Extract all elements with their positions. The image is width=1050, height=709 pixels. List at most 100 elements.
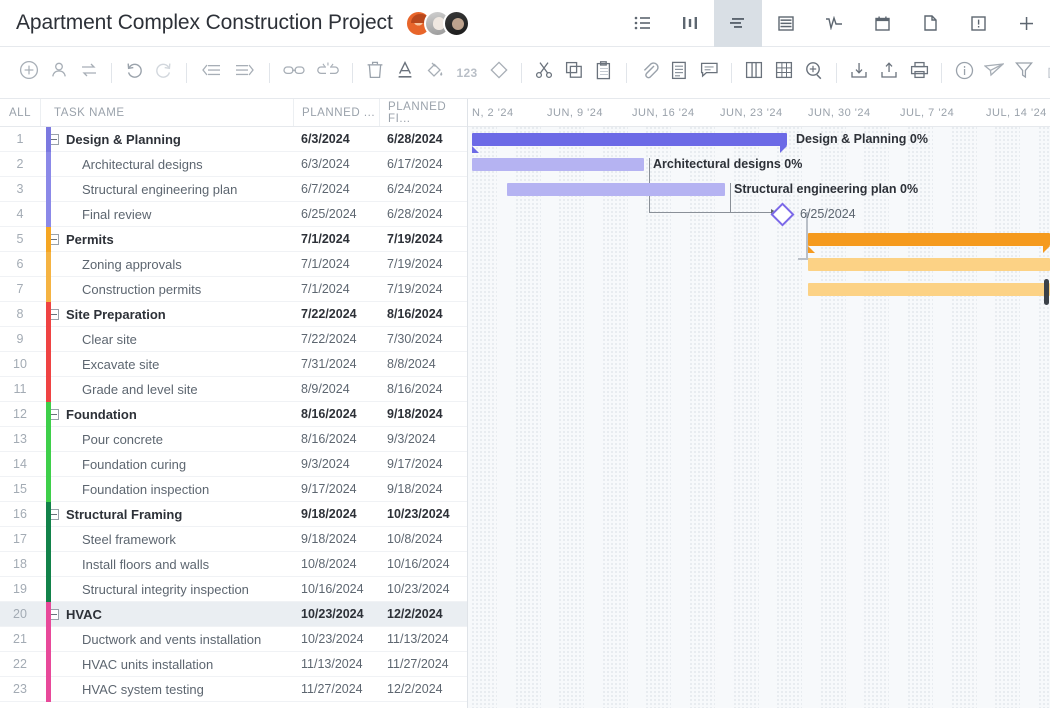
table-row[interactable]: 19 Structural integrity inspection 10/16/2… [0, 577, 467, 602]
number-format-button[interactable]: 123 [450, 58, 484, 88]
planned-start-cell[interactable]: 9/3/2024 [293, 457, 379, 471]
planned-finish-cell[interactable]: 7/30/2024 [379, 332, 467, 346]
attachment-button[interactable] [634, 58, 664, 88]
export-button[interactable] [874, 58, 904, 88]
task-name-cell[interactable]: Grade and level site [40, 382, 293, 397]
planned-finish-cell[interactable]: 6/28/2024 [379, 132, 467, 146]
column-header-task-name[interactable]: TASK NAME [40, 99, 293, 126]
planned-start-cell[interactable]: 7/31/2024 [293, 357, 379, 371]
task-name-cell[interactable]: HVAC [40, 607, 293, 622]
gantt-bar[interactable] [808, 258, 1050, 271]
copy-button[interactable] [559, 58, 589, 88]
table-row[interactable]: 23 HVAC system testing 11/27/2024 12/2/2024 [0, 677, 467, 702]
info-button[interactable] [949, 58, 979, 88]
table-row[interactable]: 10 Excavate site 7/31/2024 8/8/2024 [0, 352, 467, 377]
planned-finish-cell[interactable]: 9/18/2024 [379, 407, 467, 421]
planned-start-cell[interactable]: 11/13/2024 [293, 657, 379, 671]
planned-start-cell[interactable]: 10/8/2024 [293, 557, 379, 571]
table-row[interactable]: 1 Design & Planning 6/3/2024 6/28/2024 [0, 127, 467, 152]
table-row[interactable]: 3 Structural engineering plan 6/7/2024 6/24… [0, 177, 467, 202]
task-name-cell[interactable]: Install floors and walls [40, 557, 293, 572]
convert-task-button[interactable] [74, 58, 104, 88]
add-task-button[interactable] [14, 58, 44, 88]
import-button[interactable] [844, 58, 874, 88]
planned-start-cell[interactable]: 8/16/2024 [293, 407, 379, 421]
column-header-planned-finish[interactable]: PLANNED FI... [379, 99, 467, 126]
task-name-cell[interactable]: Final review [40, 207, 293, 222]
planned-start-cell[interactable]: 9/17/2024 [293, 482, 379, 496]
table-row[interactable]: 16 Structural Framing 9/18/2024 10/23/2024 [0, 502, 467, 527]
tab-grid-view[interactable] [762, 0, 810, 47]
indent-button[interactable] [228, 58, 262, 88]
tab-activity-view[interactable] [810, 0, 858, 47]
task-name-cell[interactable]: Architectural designs [40, 157, 293, 172]
table-row[interactable]: 14 Foundation curing 9/3/2024 9/17/2024 [0, 452, 467, 477]
planned-start-cell[interactable]: 7/1/2024 [293, 232, 379, 246]
task-name-cell[interactable]: Zoning approvals [40, 257, 293, 272]
planned-start-cell[interactable]: 7/22/2024 [293, 307, 379, 321]
table-row[interactable]: 18 Install floors and walls 10/8/2024 10/16… [0, 552, 467, 577]
planned-finish-cell[interactable]: 11/27/2024 [379, 657, 467, 671]
task-name-cell[interactable]: Foundation [40, 407, 293, 422]
tab-document-view[interactable] [906, 0, 954, 47]
table-row[interactable]: 13 Pour concrete 8/16/2024 9/3/2024 [0, 427, 467, 452]
planned-finish-cell[interactable]: 10/16/2024 [379, 557, 467, 571]
tab-board-view[interactable] [666, 0, 714, 47]
vertical-scrollbar-thumb[interactable] [1044, 279, 1049, 305]
delete-button[interactable] [360, 58, 390, 88]
task-name-cell[interactable]: HVAC units installation [40, 657, 293, 672]
planned-start-cell[interactable]: 8/16/2024 [293, 432, 379, 446]
table-row[interactable]: 15 Foundation inspection 9/17/2024 9/18/202… [0, 477, 467, 502]
send-button[interactable] [979, 58, 1009, 88]
tab-calendar-view[interactable] [858, 0, 906, 47]
unlink-tasks-button[interactable] [311, 58, 345, 88]
planned-finish-cell[interactable]: 11/13/2024 [379, 632, 467, 646]
planned-start-cell[interactable]: 10/23/2024 [293, 607, 379, 621]
task-name-cell[interactable]: Steel framework [40, 532, 293, 547]
task-name-cell[interactable]: Excavate site [40, 357, 293, 372]
planned-start-cell[interactable]: 9/18/2024 [293, 507, 379, 521]
gantt-bar[interactable] [808, 233, 1050, 246]
planned-finish-cell[interactable]: 10/23/2024 [379, 582, 467, 596]
planned-finish-cell[interactable]: 7/19/2024 [379, 282, 467, 296]
planned-finish-cell[interactable]: 10/8/2024 [379, 532, 467, 546]
planned-finish-cell[interactable]: 9/3/2024 [379, 432, 467, 446]
planned-finish-cell[interactable]: 9/18/2024 [379, 482, 467, 496]
task-name-cell[interactable]: Construction permits [40, 282, 293, 297]
planned-start-cell[interactable]: 6/25/2024 [293, 207, 379, 221]
avatar[interactable] [442, 9, 470, 37]
planned-start-cell[interactable]: 7/1/2024 [293, 282, 379, 296]
planned-start-cell[interactable]: 10/23/2024 [293, 632, 379, 646]
comment-button[interactable] [694, 58, 724, 88]
planned-finish-cell[interactable]: 12/2/2024 [379, 682, 467, 696]
outdent-button[interactable] [194, 58, 228, 88]
table-row[interactable]: 6 Zoning approvals 7/1/2024 7/19/2024 [0, 252, 467, 277]
zoom-in-button[interactable] [799, 58, 829, 88]
lock-button[interactable] [1039, 58, 1050, 88]
task-name-cell[interactable]: HVAC system testing [40, 682, 293, 697]
fill-color-button[interactable] [420, 58, 450, 88]
print-button[interactable] [904, 58, 934, 88]
planned-finish-cell[interactable]: 6/28/2024 [379, 207, 467, 221]
planned-finish-cell[interactable]: 8/16/2024 [379, 307, 467, 321]
tab-add-view[interactable] [1002, 0, 1050, 47]
table-row[interactable]: 20 HVAC 10/23/2024 12/2/2024 [0, 602, 467, 627]
planned-start-cell[interactable]: 11/27/2024 [293, 682, 379, 696]
planned-start-cell[interactable]: 6/3/2024 [293, 132, 379, 146]
planned-start-cell[interactable]: 8/9/2024 [293, 382, 379, 396]
planned-finish-cell[interactable]: 7/19/2024 [379, 257, 467, 271]
table-row[interactable]: 8 Site Preparation 7/22/2024 8/16/2024 [0, 302, 467, 327]
table-row[interactable]: 21 Ductwork and vents installation 10/23/2… [0, 627, 467, 652]
planned-start-cell[interactable]: 6/7/2024 [293, 182, 379, 196]
table-row[interactable]: 2 Architectural designs 6/3/2024 6/17/2024 [0, 152, 467, 177]
planned-finish-cell[interactable]: 8/16/2024 [379, 382, 467, 396]
planned-finish-cell[interactable]: 6/17/2024 [379, 157, 467, 171]
planned-finish-cell[interactable]: 8/8/2024 [379, 357, 467, 371]
task-name-cell[interactable]: Permits [40, 232, 293, 247]
task-name-cell[interactable]: Clear site [40, 332, 293, 347]
task-name-cell[interactable]: Foundation curing [40, 457, 293, 472]
table-row[interactable]: 5 Permits 7/1/2024 7/19/2024 [0, 227, 467, 252]
redo-button[interactable] [149, 58, 179, 88]
avatar-group[interactable] [404, 9, 470, 37]
font-color-button[interactable] [390, 58, 420, 88]
